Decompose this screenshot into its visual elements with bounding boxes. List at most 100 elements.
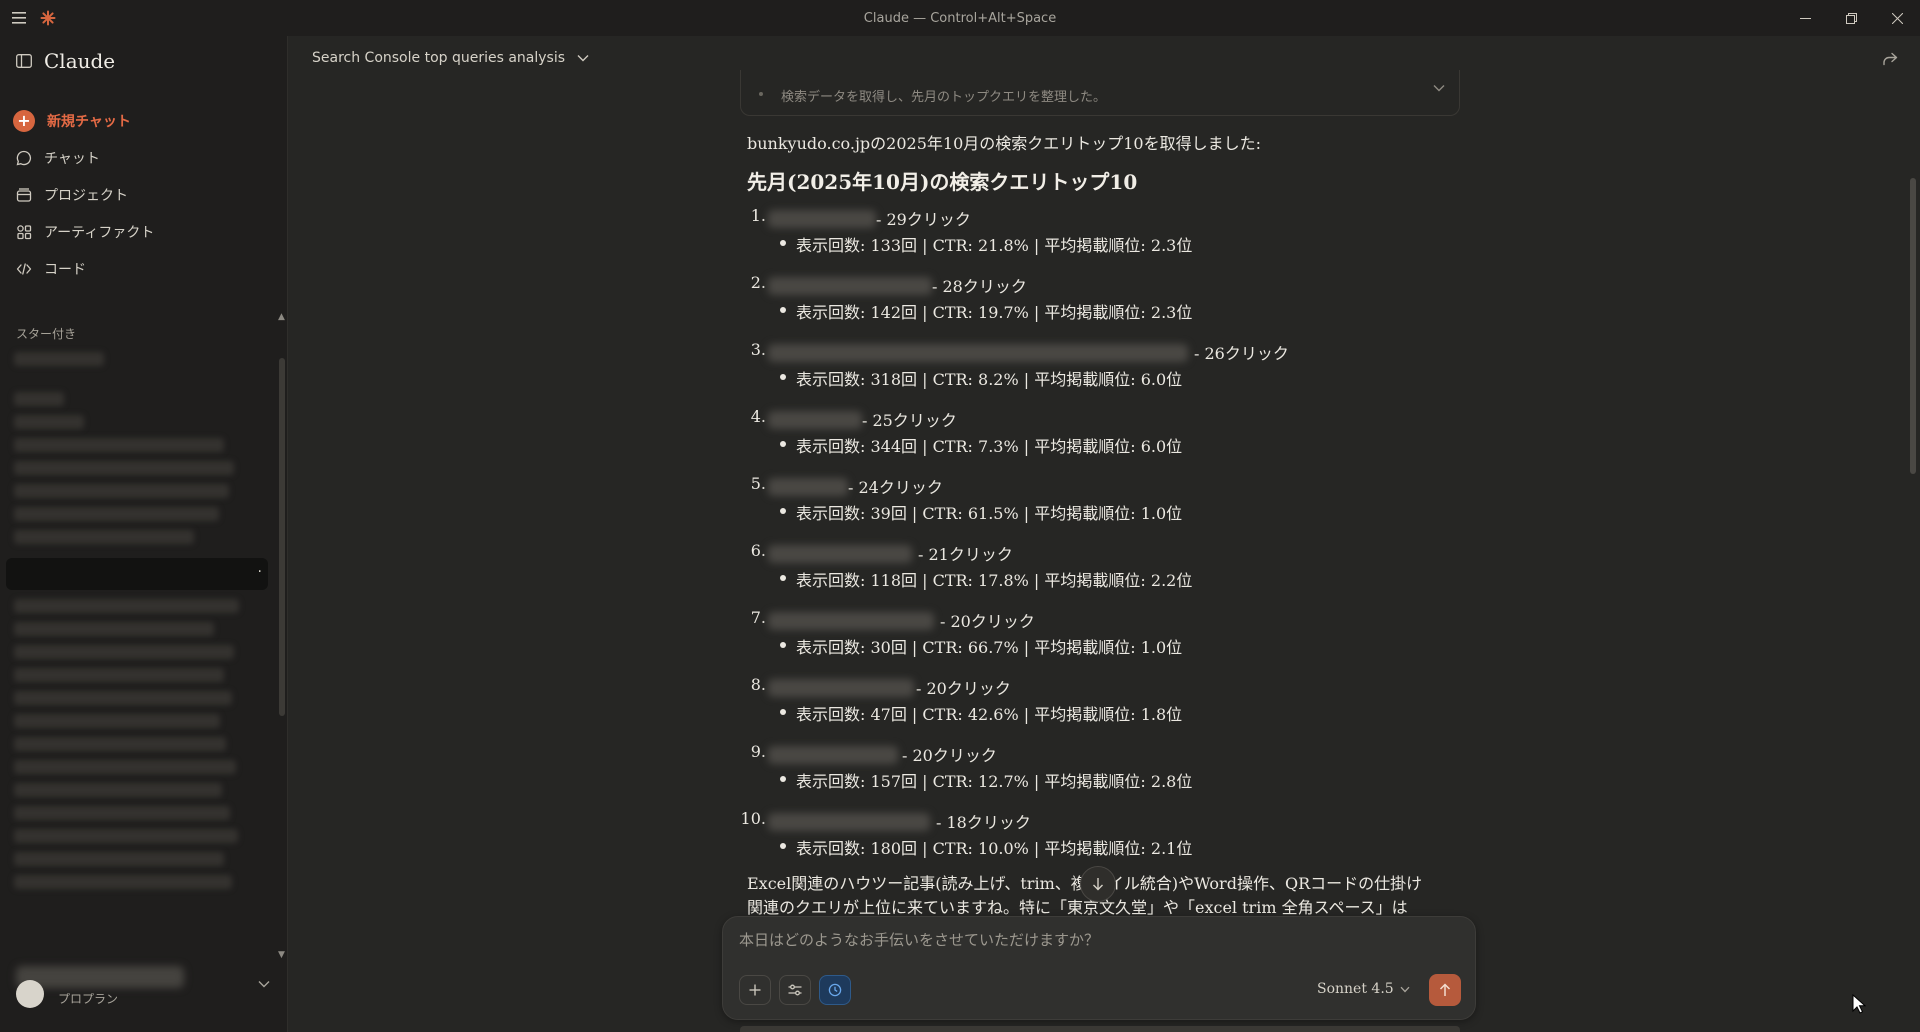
chevron-down-icon: [258, 980, 270, 988]
send-button[interactable]: [1429, 974, 1461, 1006]
tool-result-card[interactable]: 検索データを取得し、先月のトップクエリを整理した。: [740, 70, 1460, 116]
claude-logo-icon: [40, 10, 56, 26]
redacted-query: [768, 344, 1188, 362]
sidebar-item-chats[interactable]: チャット: [0, 139, 287, 176]
list-item[interactable]: [14, 668, 224, 682]
list-item[interactable]: [14, 852, 224, 866]
scroll-to-bottom-button[interactable]: [1080, 866, 1116, 902]
list-item: 5. - 24クリック 表示回数: 39回 | CTR: 61.5% | 平均掲…: [740, 474, 1500, 534]
nav-label: コード: [44, 261, 86, 278]
plus-icon: +: [13, 109, 35, 132]
click-count: - 20クリック: [902, 746, 997, 765]
list-item[interactable]: [14, 530, 194, 544]
plan-label: プロプラン: [58, 992, 119, 1006]
assistant-intro: bunkyudo.co.jpの2025年10月の検索クエリトップ10を取得しまし…: [747, 134, 1262, 153]
list-number: 1.: [750, 206, 766, 225]
extended-thinking-toggle[interactable]: [819, 975, 851, 1005]
new-chat-button[interactable]: + 新規チャット: [0, 102, 287, 139]
list-item: 10. - 18クリック 表示回数: 180回 | CTR: 10.0% | 平…: [740, 809, 1500, 869]
scroll-down-arrow-icon[interactable]: ▼: [278, 950, 285, 960]
redacted-query: [768, 813, 930, 831]
list-item[interactable]: [14, 484, 229, 498]
list-number: 9.: [750, 742, 766, 761]
chat-title: Search Console top queries analysis: [312, 50, 566, 66]
list-number: 3.: [750, 340, 766, 359]
tools-button[interactable]: [779, 975, 811, 1005]
main-scrollbar[interactable]: [1910, 178, 1916, 474]
sidebar-nav: + 新規チャット チャット プロジェクト アーティファクト コード: [0, 102, 287, 287]
code-icon: [16, 261, 32, 277]
list-item[interactable]: [14, 352, 104, 366]
list-item[interactable]: [14, 737, 226, 751]
list-item[interactable]: [14, 829, 238, 843]
list-item[interactable]: [14, 806, 230, 820]
redacted-query: [768, 612, 934, 630]
list-item[interactable]: [14, 507, 219, 521]
redacted-query: [768, 679, 914, 697]
list-item[interactable]: [14, 760, 236, 774]
chat-bubble-icon: [16, 150, 32, 166]
more-options-icon[interactable]: ·: [258, 564, 262, 580]
sidebar-item-projects[interactable]: プロジェクト: [0, 176, 287, 213]
bullet-icon: [780, 508, 786, 514]
list-item[interactable]: [14, 691, 232, 705]
app-window: Claude — Control+Alt+Space Claude + 新規チャ…: [0, 0, 1920, 1032]
redacted-query: [768, 545, 912, 563]
list-item[interactable]: [14, 783, 222, 797]
sidebar: Claude + 新規チャット チャット プロジェクト アーティファクト コード…: [0, 36, 288, 1032]
bullet-icon: [780, 441, 786, 447]
sidebar-item-artifacts[interactable]: アーティファクト: [0, 213, 287, 250]
chat-title-dropdown[interactable]: Search Console top queries analysis: [312, 50, 589, 66]
click-count: - 26クリック: [1194, 344, 1289, 363]
click-count: - 18クリック: [936, 813, 1031, 832]
list-number: 7.: [750, 608, 766, 627]
query-detail: 表示回数: 133回 | CTR: 21.8% | 平均掲載順位: 2.3位: [796, 236, 1193, 255]
query-detail: 表示回数: 344回 | CTR: 7.3% | 平均掲載順位: 6.0位: [796, 437, 1183, 456]
list-item[interactable]: [14, 599, 239, 613]
results-heading: 先月(2025年10月)の検索クエリトップ10: [747, 170, 1138, 194]
bullet-icon: [780, 575, 786, 581]
add-attachment-button[interactable]: [739, 975, 771, 1005]
brand-name: Claude: [44, 49, 116, 73]
maximize-button[interactable]: [1828, 0, 1874, 36]
list-number: 4.: [750, 407, 766, 426]
sidebar-toggle-icon[interactable]: [16, 54, 32, 68]
artifacts-icon: [16, 224, 32, 240]
list-item: 4. - 25クリック 表示回数: 344回 | CTR: 7.3% | 平均掲…: [740, 407, 1500, 467]
mouse-cursor-icon: [1852, 994, 1866, 1014]
list-item[interactable]: [14, 714, 220, 728]
close-button[interactable]: [1874, 0, 1920, 36]
list-item[interactable]: [14, 622, 214, 636]
nav-label: プロジェクト: [44, 187, 128, 204]
list-item[interactable]: [14, 461, 234, 475]
share-icon[interactable]: [1882, 52, 1898, 66]
sidebar-header: Claude: [0, 36, 287, 86]
list-item: 8. - 20クリック 表示回数: 47回 | CTR: 42.6% | 平均掲…: [740, 675, 1500, 735]
list-item[interactable]: [14, 392, 64, 406]
list-number: 6.: [750, 541, 766, 560]
hamburger-menu-icon[interactable]: [12, 12, 26, 24]
list-item[interactable]: [14, 645, 234, 659]
sidebar-item-code[interactable]: コード: [0, 250, 287, 287]
message-input[interactable]: [739, 931, 1439, 949]
query-detail: 表示回数: 142回 | CTR: 19.7% | 平均掲載順位: 2.3位: [796, 303, 1193, 322]
click-count: - 25クリック: [862, 411, 957, 430]
list-number: 5.: [750, 474, 766, 493]
user-menu[interactable]: プロプラン: [12, 966, 274, 1014]
list-item[interactable]: [14, 875, 232, 889]
minimize-button[interactable]: [1782, 0, 1828, 36]
click-count: - 21クリック: [918, 545, 1013, 564]
sidebar-scrollbar[interactable]: [279, 358, 285, 716]
list-item: 6. - 21クリック 表示回数: 118回 | CTR: 17.8% | 平均…: [740, 541, 1500, 601]
list-item[interactable]: [14, 415, 84, 429]
scroll-up-arrow-icon[interactable]: ▲: [278, 312, 285, 322]
list-item: 2. - 28クリック 表示回数: 142回 | CTR: 19.7% | 平均…: [740, 273, 1500, 333]
list-item[interactable]: [14, 438, 224, 452]
list-item: 3. - 26クリック 表示回数: 318回 | CTR: 8.2% | 平均掲…: [740, 340, 1500, 400]
selected-conversation[interactable]: ·: [6, 558, 268, 590]
bullet-icon: [780, 709, 786, 715]
query-detail: 表示回数: 318回 | CTR: 8.2% | 平均掲載順位: 6.0位: [796, 370, 1183, 389]
list-item: 9. - 20クリック 表示回数: 157回 | CTR: 12.7% | 平均…: [740, 742, 1500, 802]
model-selector[interactable]: Sonnet 4.5: [1317, 981, 1410, 997]
chevron-down-icon: [577, 54, 589, 62]
